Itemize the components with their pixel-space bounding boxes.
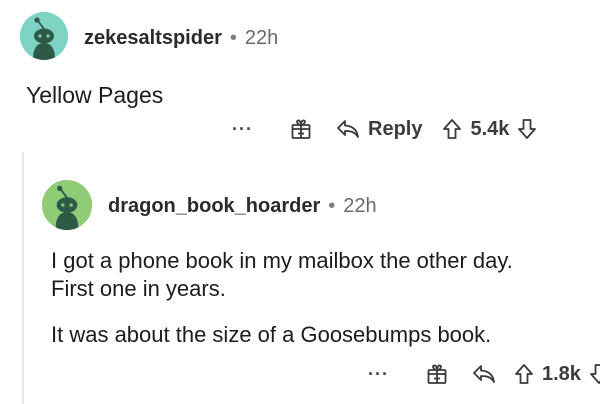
timestamp[interactable]: 22h <box>343 195 376 218</box>
comment-meta: dragon_book_hoarder • 22h <box>108 195 377 218</box>
award-button[interactable] <box>426 363 448 385</box>
avatar[interactable] <box>42 180 92 230</box>
vote-score: 1.8k <box>542 362 581 385</box>
reply-arrow-icon <box>473 365 495 383</box>
upvote-arrow-icon <box>515 364 533 384</box>
comment-body-line: It was about the size of a Goosebumps bo… <box>51 322 492 347</box>
snoo-avatar-icon <box>42 180 92 230</box>
more-options-button[interactable]: ··· <box>368 365 408 383</box>
downvote-button[interactable] <box>589 363 600 385</box>
gift-icon <box>427 364 447 384</box>
comment-body-line: I got a phone book in my mailbox the oth… <box>51 248 513 273</box>
upvote-button[interactable] <box>514 363 534 385</box>
downvote-arrow-icon <box>590 364 600 384</box>
comment-body-line: First one in years. <box>51 276 226 301</box>
reply-button[interactable] <box>472 363 496 385</box>
username[interactable]: dragon_book_hoarder <box>108 195 320 218</box>
comment-dragon-book-hoarder: dragon_book_hoarder • 22h I got a phone … <box>0 0 600 404</box>
meta-separator: • <box>328 195 336 217</box>
comment-actions: ··· 1.8k <box>368 359 600 389</box>
